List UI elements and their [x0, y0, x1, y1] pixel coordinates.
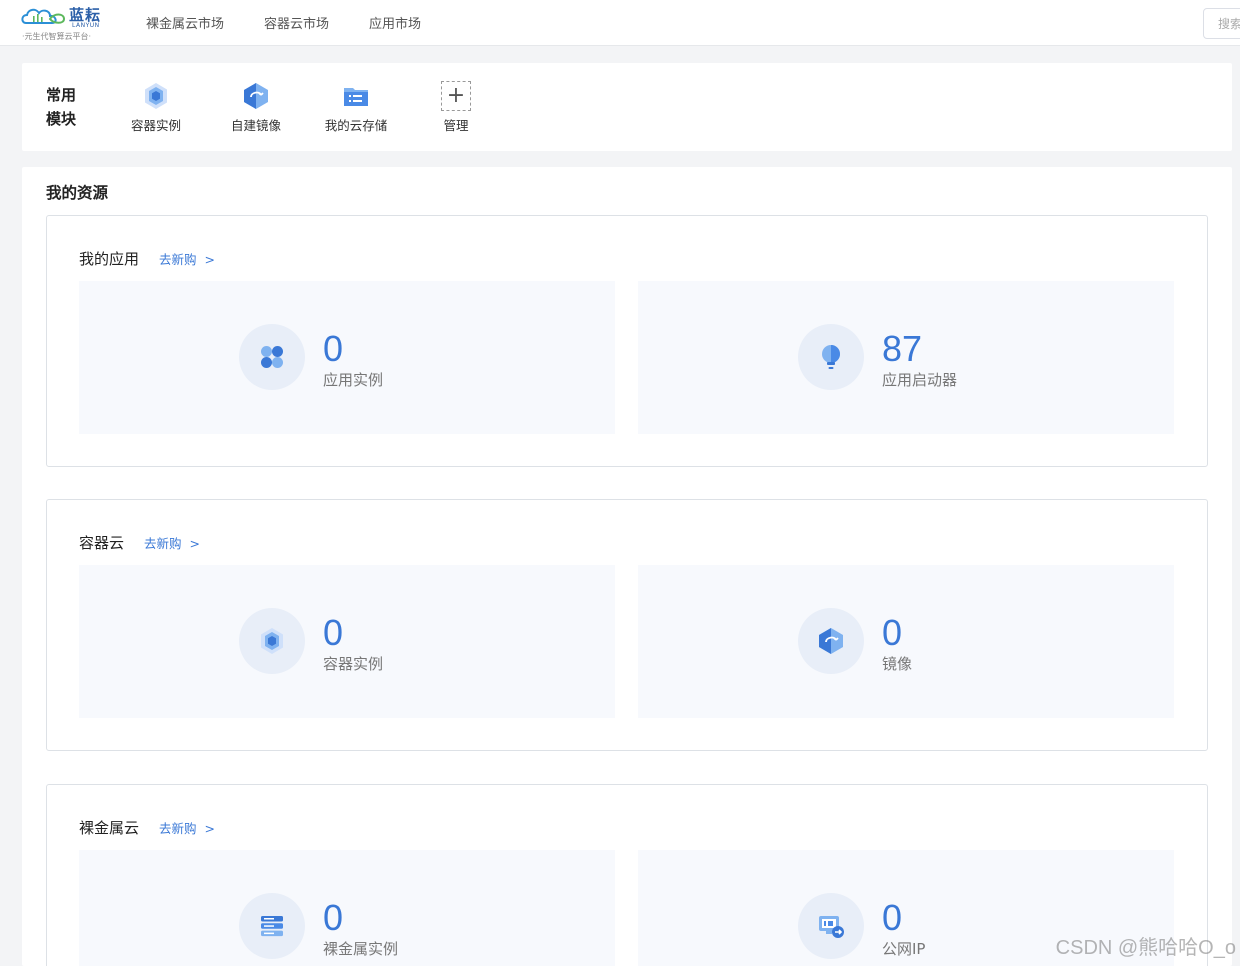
stat-icon-circle [239, 893, 305, 959]
stat-label: 应用启动器 [882, 371, 958, 389]
image-icon [819, 628, 843, 654]
nav-item-container-market[interactable]: 容器云市场 [264, 13, 329, 32]
top-navbar: 蓝耘 LANYUN ·元生代智算云平台· 裸金属云市场 容器云市场 应用市场 [0, 0, 1240, 46]
brand-name-en: LANYUN [72, 22, 100, 29]
stat-value: 0 [882, 612, 903, 653]
search-input[interactable] [1203, 8, 1240, 39]
lightbulb-icon [822, 345, 840, 369]
module-label: 容器实例 [130, 118, 181, 133]
my-resources-card: 我的资源 我的应用 去新购 > 0 应用实例 87 应用启动器 容器云 去新购 … [22, 167, 1232, 966]
module-label: 自建镜像 [230, 118, 281, 133]
brand-slogan: ·元生代智算云平台· [22, 32, 92, 41]
module-custom-image[interactable]: 自建镜像 [216, 81, 296, 134]
stat-value: 0 [323, 897, 344, 938]
section-header: 我的应用 去新购 > [79, 248, 215, 269]
chevron-right-icon: > [204, 821, 216, 836]
stat-icon-circle [798, 608, 864, 674]
buy-link[interactable]: 去新购 > [159, 249, 215, 268]
stat-value: 0 [323, 612, 344, 653]
stat-panel-bare-metal-instance[interactable]: 0 裸金属实例 [79, 850, 615, 966]
stat-panel-app-launcher[interactable]: 87 应用启动器 [638, 281, 1174, 434]
section-header: 容器云 去新购 > [79, 532, 200, 553]
custom-image-icon [244, 83, 268, 109]
stat-value: 87 [882, 328, 923, 369]
nav-item-app-market[interactable]: 应用市场 [369, 13, 421, 32]
stat-label: 容器实例 [323, 655, 384, 673]
section-title: 裸金属云 [79, 819, 140, 837]
container-instance-icon [261, 628, 283, 654]
server-icon [261, 916, 283, 937]
module-label: 我的云存储 [324, 118, 388, 133]
module-manage[interactable]: + 管理 [416, 81, 496, 134]
stat-icon-circle [798, 893, 864, 959]
chevron-right-icon: > [204, 252, 216, 267]
buy-link[interactable]: 去新购 > [159, 818, 215, 837]
section-title: 容器云 [79, 534, 125, 552]
common-modules-title: 常用模块 [46, 86, 77, 128]
section-header: 裸金属云 去新购 > [79, 817, 215, 838]
section-title: 我的应用 [79, 250, 140, 268]
cloud-storage-icon [344, 88, 368, 106]
stat-value: 0 [882, 897, 903, 938]
module-cloud-storage[interactable]: 我的云存储 [316, 81, 396, 134]
module-label: 管理 [443, 118, 469, 133]
stat-label: 镜像 [882, 655, 913, 673]
buy-link[interactable]: 去新购 > [144, 533, 200, 552]
cloud-logo-icon [21, 8, 66, 24]
chevron-right-icon: > [189, 536, 201, 551]
brand-logo[interactable]: 蓝耘 LANYUN ·元生代智算云平台· [20, 3, 110, 43]
stat-panel-container-instance[interactable]: 0 容器实例 [79, 565, 615, 718]
watermark: CSDN @熊哈哈O_o [1055, 937, 1236, 959]
public-ip-icon [819, 916, 844, 938]
stat-label: 公网IP [882, 940, 926, 958]
module-container-instance[interactable]: 容器实例 [116, 81, 196, 134]
plus-icon: + [441, 81, 471, 111]
stat-panel-image[interactable]: 0 镜像 [638, 565, 1174, 718]
common-modules-card: 常用模块 容器实例 自建镜像 我的云存储 + 管理 [22, 63, 1232, 151]
main-nav: 裸金属云市场 容器云市场 应用市场 [146, 13, 421, 32]
app-instance-icon [261, 346, 283, 368]
stat-panel-app-instance[interactable]: 0 应用实例 [79, 281, 615, 434]
stat-label: 裸金属实例 [323, 940, 399, 958]
container-instance-icon [145, 83, 167, 109]
stat-value: 0 [323, 328, 344, 369]
stat-icon-circle [239, 608, 305, 674]
my-resources-title: 我的资源 [46, 184, 109, 202]
stat-icon-circle [798, 324, 864, 390]
stat-label: 应用实例 [323, 371, 384, 389]
section-container-cloud: 容器云 去新购 > 0 容器实例 0 镜像 [46, 499, 1208, 751]
nav-item-bare-metal-market[interactable]: 裸金属云市场 [146, 13, 224, 32]
section-my-apps: 我的应用 去新购 > 0 应用实例 87 应用启动器 [46, 215, 1208, 467]
stat-icon-circle [239, 324, 305, 390]
section-bare-metal-cloud: 裸金属云 去新购 > 0 裸金属实例 0 公网IP [46, 784, 1208, 966]
